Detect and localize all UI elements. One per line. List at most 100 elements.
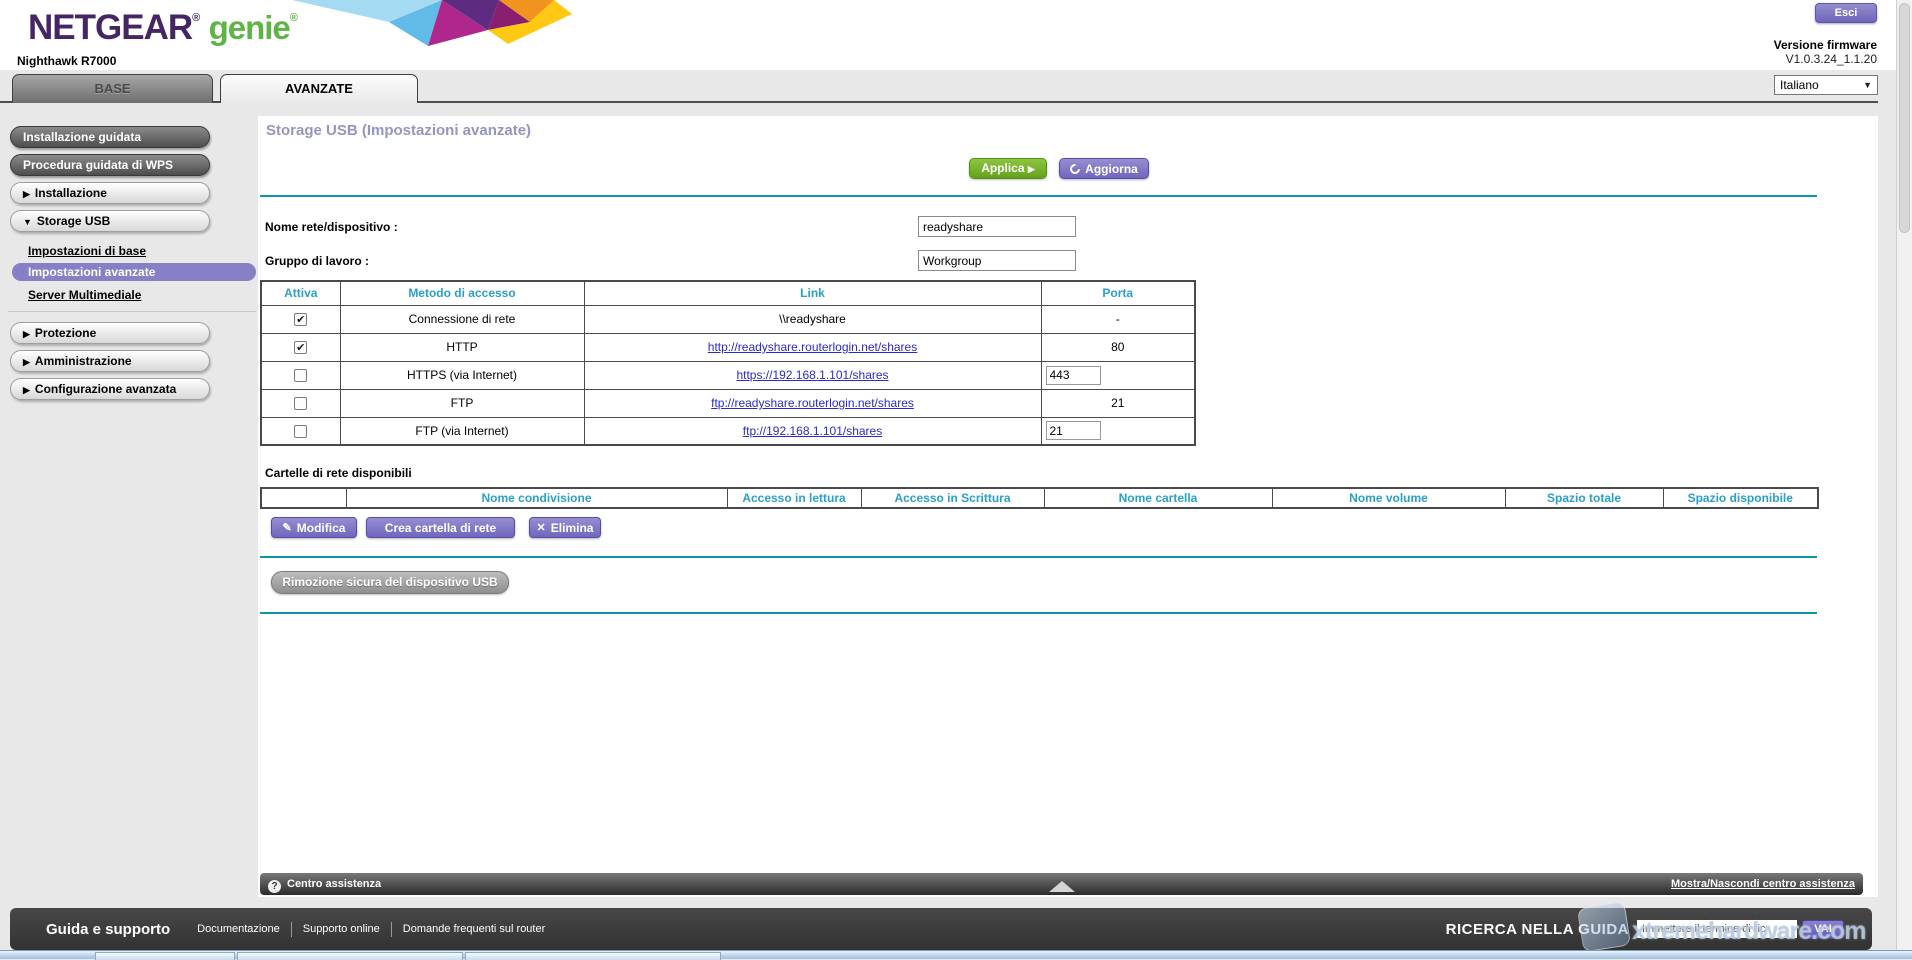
genie-wordmark: genie® xyxy=(209,9,297,46)
share-link[interactable]: https://192.168.1.101/shares xyxy=(736,368,888,382)
access-method: FTP (via Internet) xyxy=(340,417,584,445)
firmware-label: Versione firmware xyxy=(1600,38,1877,52)
sidebar-item-impostazioni-avanzate-active[interactable]: Impostazioni avanzate xyxy=(12,263,256,281)
guide-search-label: RICERCA NELLA GUIDA xyxy=(1446,921,1629,938)
help-center-bar: ?Centro assistenza Mostra/Nascondi centr… xyxy=(260,873,1863,895)
create-network-folder-button[interactable]: Crea cartella di rete xyxy=(366,517,515,538)
device-name: Nighthawk R7000 xyxy=(17,54,116,68)
access-method: HTTPS (via Internet) xyxy=(340,361,584,389)
logout-button[interactable]: Esci xyxy=(1815,3,1877,23)
sidebar-item-configurazione-avanzata[interactable]: ▶Configurazione avanzata xyxy=(10,378,210,400)
sidebar-item-impostazioni-di-base[interactable]: Impostazioni di base xyxy=(28,243,256,259)
sidebar-item-installazione[interactable]: ▶Installazione xyxy=(10,182,210,204)
access-methods-table: Attiva Metodo di accesso Link Porta ✔ Co… xyxy=(260,280,1196,446)
table-row: FTP (via Internet) ftp://192.168.1.101/s… xyxy=(261,417,1195,445)
footer-links: Documentazione Supporto online Domande f… xyxy=(186,922,556,937)
vertical-scrollbar[interactable] xyxy=(1896,0,1912,950)
footer-title: Guida e supporto xyxy=(46,921,170,938)
sidebar-item-wps[interactable]: Procedura guidata di WPS xyxy=(10,154,210,176)
check-icon: ✔ xyxy=(296,314,305,326)
network-folders-table: Nome condivisione Accesso in lettura Acc… xyxy=(260,487,1819,509)
sidebar-item-installazione-guidata[interactable]: Installazione guidata xyxy=(10,126,210,148)
play-arrow-icon: ▶ xyxy=(1028,164,1035,174)
refresh-button[interactable]: Aggiorna xyxy=(1059,158,1149,179)
device-name-input[interactable] xyxy=(918,216,1076,237)
tab-base[interactable]: BASE xyxy=(12,74,213,103)
col-header-spazio-totale: Spazio totale xyxy=(1505,488,1663,508)
footer-link-faq[interactable]: Domande frequenti sul router xyxy=(392,923,556,935)
access-method: HTTP xyxy=(340,333,584,361)
content-panel: Storage USB (Impostazioni avanzate) Appl… xyxy=(258,116,1878,897)
guide-search: RICERCA NELLA GUIDA VAI xyxy=(1446,920,1844,939)
workgroup-input[interactable] xyxy=(918,250,1076,271)
checkbox-network-connection[interactable]: ✔ xyxy=(294,313,307,326)
tab-avanzate[interactable]: AVANZATE xyxy=(220,74,418,103)
share-link[interactable]: http://readyshare.routerlogin.net/shares xyxy=(708,340,917,354)
collapse-arrow-icon[interactable] xyxy=(1049,881,1075,892)
table-header-row: Nome condivisione Accesso in lettura Acc… xyxy=(261,488,1818,508)
os-taskbar-sliver xyxy=(0,950,1912,959)
access-method: FTP xyxy=(340,389,584,417)
share-link[interactable]: ftp://192.168.1.101/shares xyxy=(743,424,882,438)
checkbox-https[interactable] xyxy=(294,369,307,382)
share-link[interactable]: ftp://readyshare.routerlogin.net/shares xyxy=(711,396,914,410)
footer-link-supporto-online[interactable]: Supporto online xyxy=(292,923,391,935)
port-value: 21 xyxy=(1041,389,1195,417)
chevron-down-icon: ▼ xyxy=(1863,80,1872,90)
checkbox-http[interactable]: ✔ xyxy=(294,341,307,354)
genie-triangles-logo xyxy=(292,0,572,51)
table-row: ✔ Connessione di rete \\readyshare - xyxy=(261,305,1195,333)
sidebar-item-server-multimediale[interactable]: Server Multimediale xyxy=(28,287,256,303)
question-mark-icon: ? xyxy=(268,880,281,893)
ftp-port-input[interactable] xyxy=(1046,421,1101,440)
scrollbar-thumb[interactable] xyxy=(1899,3,1910,233)
col-header-nome-cartella: Nome cartella xyxy=(1044,488,1272,508)
firmware-info: Versione firmware V1.0.3.24_1.1.20 xyxy=(1600,38,1877,66)
teal-divider xyxy=(260,612,1817,614)
checkbox-ftp[interactable] xyxy=(294,397,307,410)
table-row: ✔ HTTP http://readyshare.routerlogin.net… xyxy=(261,333,1195,361)
safe-remove-usb-button[interactable]: Rimozione sicura del dispositivo USB xyxy=(271,571,509,594)
col-header-attiva: Attiva xyxy=(261,281,340,305)
edit-button[interactable]: ✎Modifica xyxy=(271,517,357,538)
firmware-version: V1.0.3.24_1.1.20 xyxy=(1600,52,1877,66)
guide-search-input[interactable] xyxy=(1637,920,1797,938)
toggle-help-center-link[interactable]: Mostra/Nascondi centro assistenza xyxy=(1671,873,1855,895)
teal-divider xyxy=(260,556,1817,558)
pencil-icon: ✎ xyxy=(283,521,292,534)
language-value: Italiano xyxy=(1780,78,1819,92)
chevron-right-icon: ▶ xyxy=(23,385,30,395)
table-header-row: Attiva Metodo di accesso Link Porta xyxy=(261,281,1195,305)
port-value: 80 xyxy=(1041,333,1195,361)
chevron-right-icon: ▶ xyxy=(23,329,30,339)
storage-usb-submenu: Impostazioni di base Impostazioni avanza… xyxy=(10,243,256,303)
tab-bar: BASE AVANZATE Italiano ▼ xyxy=(0,70,1896,103)
footer-link-documentazione[interactable]: Documentazione xyxy=(186,923,291,935)
netgear-wordmark: NETGEAR® xyxy=(28,8,199,47)
search-go-button[interactable]: VAI xyxy=(1802,920,1844,939)
sidebar-item-protezione[interactable]: ▶Protezione xyxy=(10,322,210,344)
apply-button[interactable]: Applica ▶ xyxy=(969,158,1047,179)
col-header-select xyxy=(261,488,346,508)
page-title: Storage USB (Impostazioni avanzate) xyxy=(266,122,531,139)
https-port-input[interactable] xyxy=(1046,366,1101,385)
folders-section-label: Cartelle di rete disponibili xyxy=(265,466,412,480)
app-header: NETGEAR® genie® Nighthawk R7000 Esci Ver… xyxy=(0,0,1896,70)
teal-divider xyxy=(260,195,1817,197)
refresh-icon xyxy=(1068,161,1082,175)
table-row: HTTPS (via Internet) https://192.168.1.1… xyxy=(261,361,1195,389)
col-header-accesso-lettura: Accesso in lettura xyxy=(727,488,861,508)
delete-button[interactable]: ✕Elimina xyxy=(529,517,601,538)
sidebar-item-storage-usb[interactable]: ▼Storage USB xyxy=(10,210,210,232)
chevron-right-icon: ▶ xyxy=(23,357,30,367)
language-select[interactable]: Italiano ▼ xyxy=(1774,75,1878,95)
checkbox-ftp-internet[interactable] xyxy=(294,425,307,438)
chevron-right-icon: ▶ xyxy=(23,189,30,199)
footer-bar: Guida e supporto Documentazione Supporto… xyxy=(10,908,1872,950)
sidebar-divider xyxy=(8,311,256,312)
workgroup-label: Gruppo di lavoro : xyxy=(265,254,369,268)
sidebar-item-amministrazione[interactable]: ▶Amministrazione xyxy=(10,350,210,372)
col-header-accesso-scrittura: Accesso in Scrittura xyxy=(861,488,1044,508)
col-header-spazio-disponibile: Spazio disponibile xyxy=(1663,488,1818,508)
share-path: \\readyshare xyxy=(584,305,1041,333)
